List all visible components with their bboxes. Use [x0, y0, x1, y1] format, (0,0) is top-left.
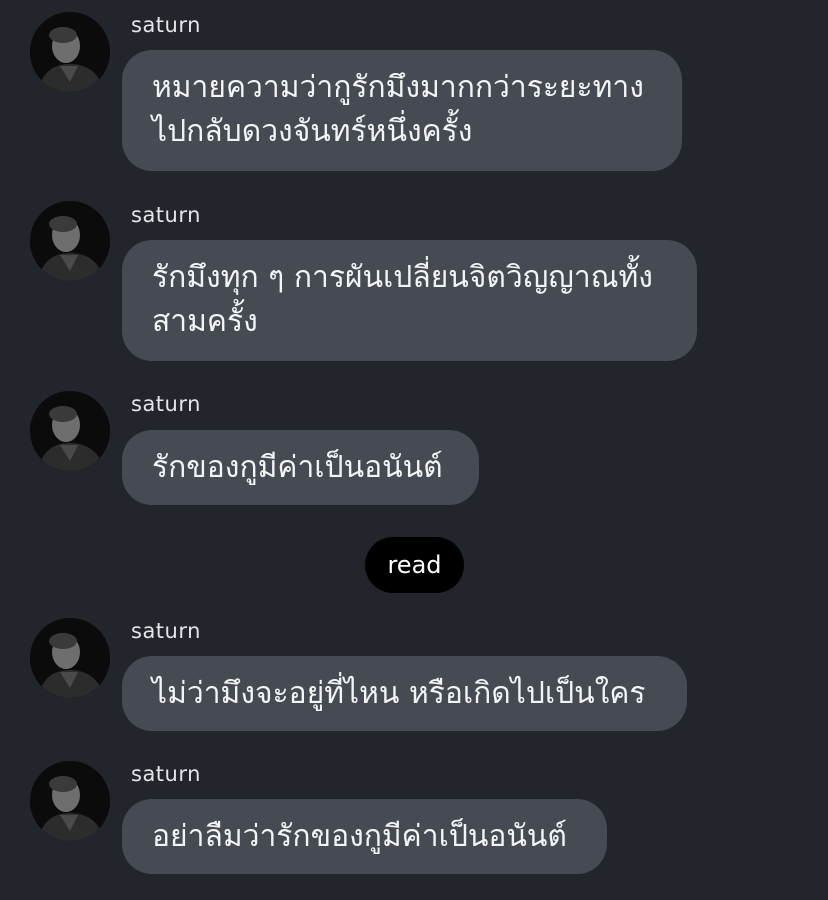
person-photo-icon — [30, 391, 110, 471]
sender-name: saturn — [131, 392, 201, 416]
chat-thread: saturn หมายความว่ากูรักมึงมากกว่าระยะทาง… — [0, 0, 828, 900]
sender-name: saturn — [131, 13, 201, 37]
avatar[interactable] — [30, 618, 110, 698]
person-photo-icon — [30, 761, 110, 841]
person-photo-icon — [30, 201, 110, 281]
person-photo-icon — [30, 618, 110, 698]
avatar[interactable] — [30, 12, 110, 92]
avatar[interactable] — [30, 201, 110, 281]
sender-name: saturn — [131, 762, 201, 786]
avatar[interactable] — [30, 391, 110, 471]
message-bubble[interactable]: ไม่ว่ามึงจะอยู่ที่ไหน หรือเกิดไปเป็นใคร — [122, 656, 687, 731]
message-bubble[interactable]: อย่าลืมว่ารักของกูมีค่าเป็นอนันต์ — [122, 799, 607, 874]
avatar[interactable] — [30, 761, 110, 841]
person-photo-icon — [30, 12, 110, 92]
message-bubble[interactable]: รักของกูมีค่าเป็นอนันต์ — [122, 430, 479, 505]
sender-name: saturn — [131, 619, 201, 643]
read-receipt: read — [365, 537, 464, 593]
message-bubble[interactable]: หมายความว่ากูรักมึงมากกว่าระยะทาง ไปกลับ… — [122, 50, 682, 171]
sender-name: saturn — [131, 203, 201, 227]
message-bubble[interactable]: รักมึงทุก ๆ การผันเปลี่ยนจิตวิญญาณทั้ง ส… — [122, 240, 697, 361]
